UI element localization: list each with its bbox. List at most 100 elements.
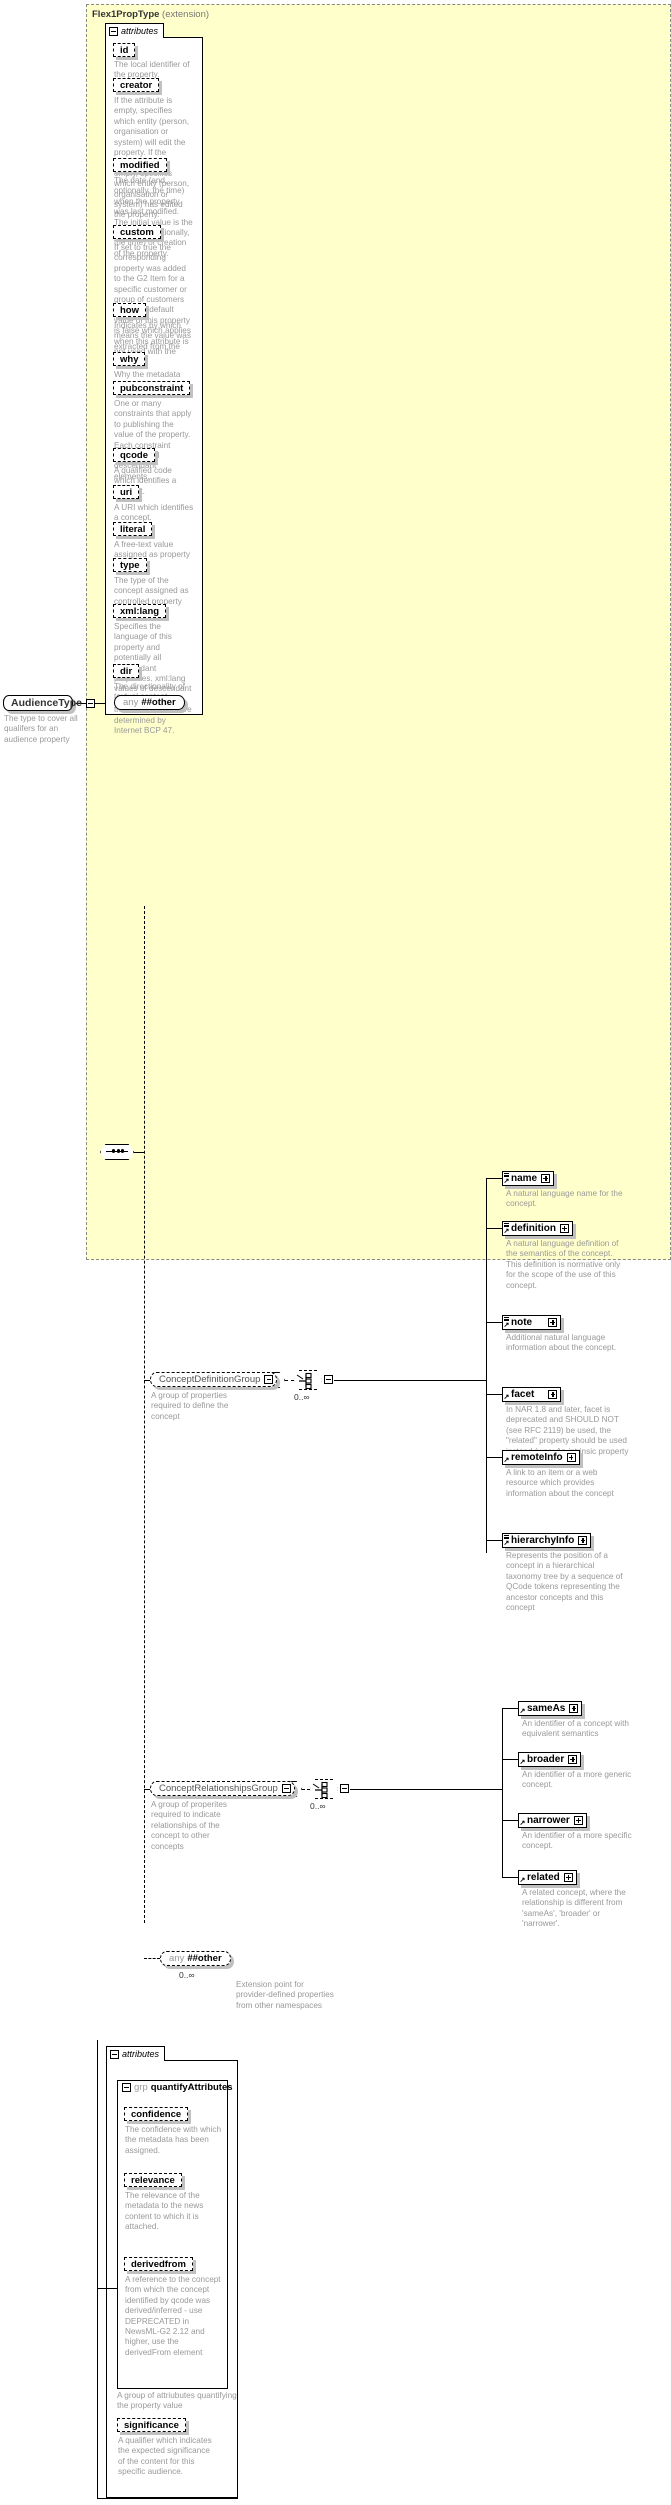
top-attributes-tab[interactable]: attributes xyxy=(105,23,165,38)
attribute-relevance[interactable]: relevance xyxy=(124,2173,182,2187)
attribute-indicator-icon: ↗ xyxy=(519,1820,526,1827)
attribute-indicator-icon: ↗ xyxy=(503,1457,510,1464)
conceptdefinitiongroup-label: ConceptDefinitionGroup xyxy=(159,1374,261,1385)
element-label: broader xyxy=(527,1754,565,1765)
conceptdefinitiongroup-doc: A group of properties required to define… xyxy=(151,1391,229,1421)
choice-icon xyxy=(296,1372,312,1390)
sequence-dot xyxy=(121,1149,125,1153)
connector-bottom-panel-bottom xyxy=(97,2498,238,2499)
connector-crg-to-spine xyxy=(350,1789,502,1790)
attribute-why[interactable]: why xyxy=(113,352,146,366)
attribute-label: pubconstraint xyxy=(120,382,184,394)
attribute-qcode[interactable]: qcode xyxy=(113,448,155,462)
connector-bottom-trunk xyxy=(97,2040,98,2498)
root-sequence-node[interactable] xyxy=(100,1144,134,1160)
connector-bottom-trunk-join xyxy=(97,2288,117,2289)
conceptdefinitiongroup-node[interactable]: ConceptDefinitionGroup xyxy=(150,1372,278,1387)
attribute-relevance-doc: The relevance of the metadata to the new… xyxy=(125,2191,204,2232)
attribute-modified[interactable]: modified xyxy=(113,158,167,172)
attribute-label: literal xyxy=(120,523,146,535)
extension-point-any-node[interactable]: any ##other xyxy=(160,1951,231,1966)
expand-icon[interactable] xyxy=(566,1453,576,1462)
collapse-icon[interactable] xyxy=(109,26,118,36)
element-related[interactable]: ↗ related xyxy=(518,1870,577,1885)
attribute-how[interactable]: how xyxy=(113,303,146,317)
expand-icon[interactable] xyxy=(578,1536,588,1545)
conceptrelationshipsgroup-node[interactable]: ConceptRelationshipsGroup xyxy=(150,1781,295,1796)
attributes-any-other[interactable]: any ##other xyxy=(114,695,185,710)
expand-icon[interactable] xyxy=(560,1224,569,1233)
audiencetype-doc: The type to cover all qualifers for an a… xyxy=(4,714,78,744)
bottom-attributes-tab[interactable]: attributes xyxy=(106,2046,166,2061)
attribute-significance-doc: A qualifier which indicates the expected… xyxy=(118,2436,212,2477)
attribute-xml-lang[interactable]: xml:lang xyxy=(113,604,167,618)
cdg-repeat-node[interactable] xyxy=(294,1370,322,1390)
attribute-confidence[interactable]: confidence xyxy=(124,2107,189,2121)
attribute-custom[interactable]: custom xyxy=(113,225,161,239)
element-hierarchyinfo[interactable]: ↗ hierarchyInfo xyxy=(502,1533,592,1548)
attribute-id[interactable]: id xyxy=(113,43,136,57)
element-name[interactable]: ↗ name xyxy=(502,1171,555,1186)
element-remoteinfo[interactable]: ↗ remoteInfo xyxy=(502,1450,580,1465)
any-namespace: ##other xyxy=(187,1953,222,1964)
expand-icon[interactable] xyxy=(541,1174,551,1183)
crg-collapse-icon[interactable] xyxy=(340,1784,349,1793)
sequence-indicator-icon xyxy=(504,1222,509,1227)
attribute-pubconstraint[interactable]: pubconstraint xyxy=(113,381,191,395)
collapse-icon[interactable] xyxy=(110,2049,119,2059)
quantifyattributes-group-header[interactable]: grp quantifyAttributes xyxy=(122,2082,233,2093)
attribute-label: confidence xyxy=(131,2108,182,2120)
any-keyword: any xyxy=(123,697,139,708)
attribute-type[interactable]: type xyxy=(113,558,147,572)
conceptrelationshipsgroup-doc: A group of properites required to indica… xyxy=(151,1800,228,1851)
attribute-indicator-icon: ↗ xyxy=(503,1178,510,1185)
audiencetype-node[interactable]: AudienceType xyxy=(3,695,95,711)
extension-panel-title: Flex1PropType (extension) xyxy=(92,9,209,20)
collapse-icon[interactable] xyxy=(122,2083,131,2092)
connector-spine-hierarchyinfo xyxy=(486,1540,502,1541)
collapse-icon[interactable] xyxy=(264,1375,274,1384)
expand-icon[interactable] xyxy=(563,1873,573,1882)
element-related-doc: A related concept, where the relationshi… xyxy=(522,1888,626,1929)
expand-icon[interactable] xyxy=(569,1704,579,1713)
expand-icon[interactable] xyxy=(568,1755,578,1764)
element-label: remoteInfo xyxy=(511,1452,563,1463)
attribute-indicator-icon: ↗ xyxy=(503,1540,510,1547)
element-broader[interactable]: ↗ broader xyxy=(518,1752,582,1767)
attribute-creator[interactable]: creator xyxy=(113,78,160,92)
element-broader-doc: An identifier of a more generic concept. xyxy=(522,1770,632,1790)
attribute-label: dir xyxy=(120,665,133,677)
connector-seq-to-repeat xyxy=(285,1380,294,1381)
collapse-icon[interactable] xyxy=(86,698,95,708)
element-facet[interactable]: ↗ facet xyxy=(502,1387,562,1402)
quantifyattributes-group-doc: A group of attriubutes quantifying the p… xyxy=(117,2391,237,2411)
element-definition-doc: A natural language definition of the sem… xyxy=(506,1239,621,1290)
attribute-significance[interactable]: significance xyxy=(117,2418,186,2432)
choice-icon xyxy=(312,1781,328,1799)
crg-repeat-node[interactable] xyxy=(310,1779,338,1799)
attribute-uri[interactable]: uri xyxy=(113,485,140,499)
element-definition[interactable]: ↗ definition xyxy=(502,1221,573,1236)
element-sameas[interactable]: ↗ sameAs xyxy=(518,1701,583,1716)
attribute-label: significance xyxy=(124,2419,179,2431)
element-narrower[interactable]: ↗ narrower xyxy=(518,1813,587,1828)
sequence-indicator-icon xyxy=(504,1172,509,1177)
element-label: sameAs xyxy=(527,1703,566,1714)
expand-icon[interactable] xyxy=(548,1390,558,1399)
attribute-label: why xyxy=(120,353,139,365)
element-label: facet xyxy=(511,1389,535,1400)
element-note[interactable]: ↗ note xyxy=(502,1315,562,1330)
connector-spine-note xyxy=(486,1322,502,1323)
attribute-literal[interactable]: literal xyxy=(113,522,153,536)
connector-spine-narrower xyxy=(502,1820,518,1821)
group-keyword: grp xyxy=(134,2082,148,2093)
attributes-label: attributes xyxy=(122,2049,160,2059)
extension-point-doc: Extension point for provider-defined pro… xyxy=(236,1980,334,2010)
attribute-dir[interactable]: dir xyxy=(113,664,140,678)
attribute-derivedfrom[interactable]: derivedfrom xyxy=(124,2257,193,2271)
expand-icon[interactable] xyxy=(548,1318,558,1327)
collapse-icon[interactable] xyxy=(281,1784,291,1793)
expand-icon[interactable] xyxy=(573,1816,583,1825)
element-note-doc: Additional natural language information … xyxy=(506,1333,617,1353)
cdg-collapse-icon[interactable] xyxy=(324,1375,333,1384)
